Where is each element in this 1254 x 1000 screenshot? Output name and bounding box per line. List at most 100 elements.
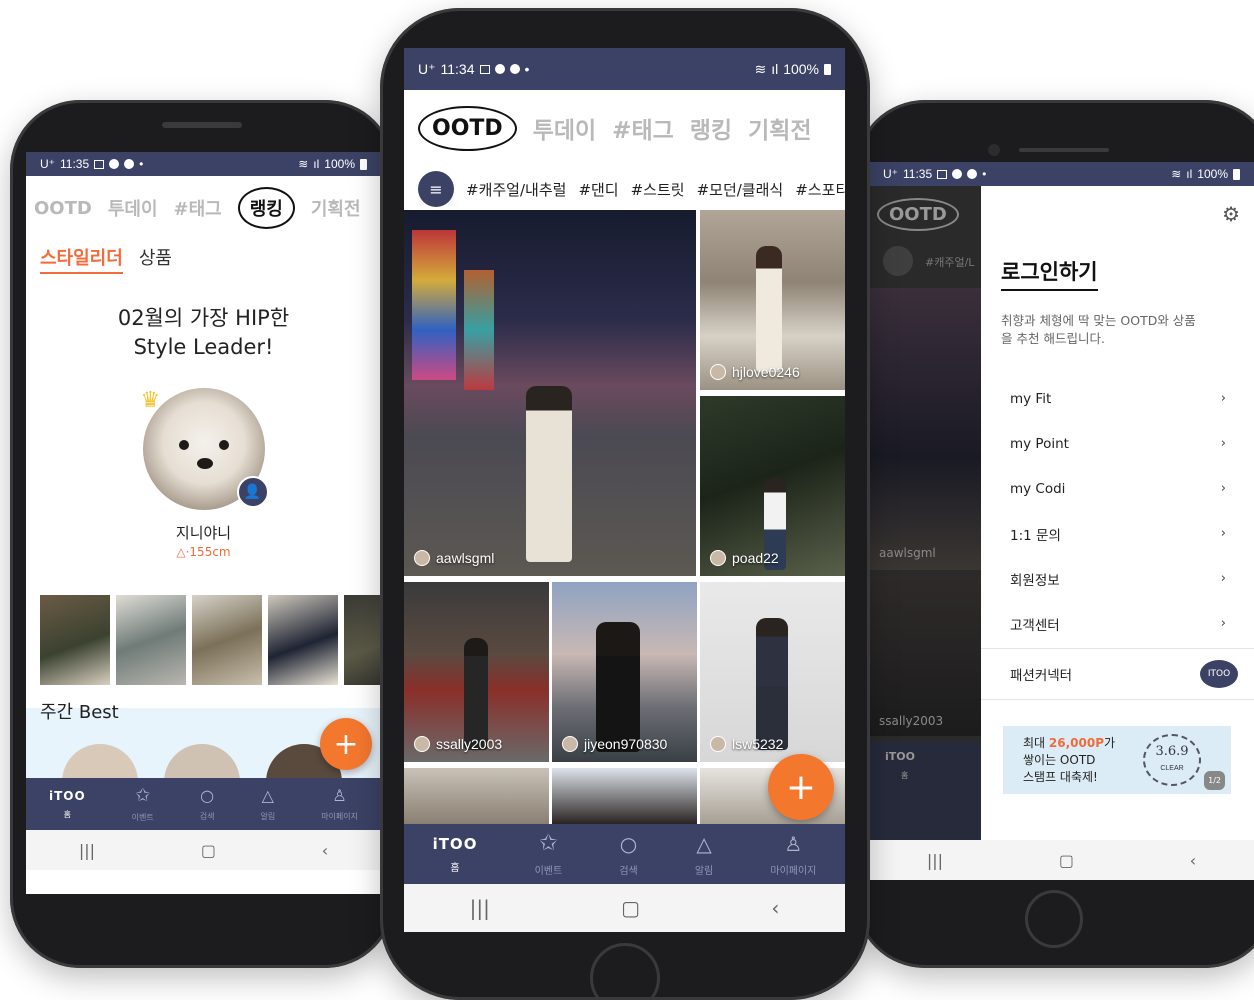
- puzzle-icon: ✩: [539, 831, 558, 856]
- nav-alarm-label: 알림: [260, 812, 276, 821]
- menu-item-inquiry[interactable]: 1:1 문의 ›: [981, 511, 1254, 556]
- menu-item-customer-center[interactable]: 고객센터 ›: [981, 601, 1254, 646]
- model-figure: [596, 622, 640, 752]
- itoo-logo: iTOO: [432, 834, 478, 853]
- post-user[interactable]: ssally2003: [414, 736, 502, 752]
- outfit-thumbnail[interactable]: [192, 595, 262, 685]
- back-icon[interactable]: ‹: [322, 841, 328, 860]
- nav-search[interactable]: ○ 검색: [200, 786, 215, 822]
- menu-item-member-info[interactable]: 회원정보 ›: [981, 556, 1254, 601]
- nav-home[interactable]: iTOO 홈: [49, 789, 86, 820]
- model-figure: [464, 638, 488, 750]
- home-system-icon[interactable]: ▢: [621, 896, 640, 920]
- tab-ranking[interactable]: 랭킹: [237, 187, 295, 229]
- hashtag-chip[interactable]: #스포티: [795, 179, 845, 200]
- clock: 11:35: [60, 157, 90, 171]
- filter-button[interactable]: ≡: [418, 171, 454, 207]
- nav-mypage[interactable]: ♙ 마이페이지: [321, 786, 358, 822]
- fashion-connector-row[interactable]: 패션커넥터 ITOO: [981, 648, 1254, 700]
- post-tile[interactable]: ssally2003: [404, 582, 549, 762]
- user-avatar: [710, 364, 726, 380]
- nav-alarm[interactable]: △ 알림: [695, 832, 713, 877]
- tab-today[interactable]: 투데이: [533, 111, 596, 145]
- stamp-event-banner[interactable]: 최대 26,000P가 쌓이는 OOTD 스탬프 대축제! 3.6.9 CLEA…: [1003, 726, 1231, 794]
- ranking-subtabs: 스타일리더 상품: [26, 240, 381, 274]
- plus-icon: +: [333, 726, 359, 762]
- post-user[interactable]: poad22: [710, 550, 779, 566]
- menu-drawer-screen: U⁺ 11:35 • ≋ ıl 100% OOTD #캐주얼/L aawlsgm…: [869, 162, 1254, 880]
- nav-event[interactable]: ✩ 이벤트: [535, 831, 563, 877]
- home-system-icon[interactable]: ▢: [1059, 851, 1074, 870]
- menu-item-my-codi[interactable]: my Codi ›: [981, 466, 1254, 511]
- tab-today[interactable]: 투데이: [108, 195, 158, 221]
- back-icon[interactable]: ‹: [771, 896, 779, 920]
- tab-ranking[interactable]: 랭킹: [690, 111, 732, 145]
- behind-post-user: aawlsgml: [879, 546, 936, 560]
- tab-exhibition[interactable]: 기획전: [748, 111, 811, 145]
- model-figure: [756, 618, 788, 750]
- recents-icon[interactable]: |||: [79, 841, 95, 860]
- outfit-thumbnail[interactable]: [116, 595, 186, 685]
- home-system-icon[interactable]: ▢: [201, 841, 216, 860]
- top-tabs: OOTD 투데이 #태그 랭킹 기획전: [26, 176, 381, 240]
- post-tile[interactable]: lsw5232: [700, 582, 845, 762]
- behind-hashtag: #캐주얼/L: [925, 256, 975, 269]
- wifi-icon: ≋: [1171, 167, 1182, 181]
- hashtag-filter-bar: ≡ #캐주얼/내추럴 #댄디 #스트릿 #모던/클래식 #스포티: [404, 166, 845, 212]
- banner-suffix: 가: [1104, 735, 1116, 750]
- gear-icon[interactable]: ⚙: [1222, 202, 1240, 226]
- banner-text: 최대 26,000P가 쌓이는 OOTD 스탬프 대축제!: [1023, 735, 1115, 786]
- signal-icon: ıl: [1186, 167, 1193, 181]
- tab-tag[interactable]: #태그: [174, 195, 222, 221]
- nav-search[interactable]: ○ 검색: [619, 832, 637, 877]
- menu-item-my-fit[interactable]: my Fit ›: [981, 376, 1254, 421]
- nav-alarm[interactable]: △ 알림: [260, 786, 275, 822]
- hashtag-chip[interactable]: #캐주얼/내추럴: [466, 179, 566, 200]
- tab-tag[interactable]: #태그: [612, 111, 674, 145]
- post-tile[interactable]: jiyeon970830: [552, 582, 697, 762]
- chevron-right-icon: ›: [1220, 391, 1226, 406]
- post-tile[interactable]: [404, 768, 549, 824]
- post-user[interactable]: aawlsgml: [414, 550, 494, 566]
- post-user[interactable]: hjlove0246: [710, 364, 800, 380]
- add-post-button[interactable]: +: [320, 718, 372, 770]
- menu-item-label: my Point: [1010, 435, 1069, 452]
- subtab-products[interactable]: 상품: [139, 244, 172, 274]
- bell-icon: △: [261, 786, 274, 805]
- outfit-thumbnail[interactable]: [344, 595, 381, 685]
- nav-mypage[interactable]: ♙ 마이페이지: [770, 832, 816, 877]
- post-tile[interactable]: aawlsgml: [404, 210, 696, 576]
- post-tile[interactable]: poad22: [700, 396, 845, 576]
- nav-event[interactable]: ✩ 이벤트: [132, 785, 154, 823]
- battery-icon: [360, 158, 367, 170]
- recents-icon[interactable]: |||: [927, 851, 943, 870]
- post-user[interactable]: jiyeon970830: [562, 736, 667, 752]
- nav-home-label: 홈: [450, 862, 460, 874]
- post-tile[interactable]: hjlove0246: [700, 210, 845, 390]
- follow-button[interactable]: 👤: [236, 476, 269, 508]
- nav-home[interactable]: iTOO 홈: [433, 835, 478, 874]
- outfit-thumbnail[interactable]: [268, 595, 338, 685]
- app-showcase: U⁺ 11:35 • ≋ ıl 100% OOTD 투데이 #태그 랭킹 기획전…: [0, 0, 1254, 1000]
- subtab-style-leader[interactable]: 스타일리더: [40, 244, 123, 274]
- leader-name: 지니야니: [175, 524, 232, 542]
- outfit-thumbnail[interactable]: [40, 595, 110, 685]
- menu-item-my-point[interactable]: my Point ›: [981, 421, 1254, 466]
- add-post-button[interactable]: +: [768, 754, 834, 820]
- hashtag-chip[interactable]: #모던/클래식: [697, 179, 784, 200]
- chevron-right-icon: ›: [1220, 571, 1226, 586]
- tab-ootd[interactable]: OOTD: [34, 198, 92, 219]
- banner-amount: 26,000P: [1048, 735, 1105, 750]
- post-tile[interactable]: [552, 768, 697, 824]
- post-user[interactable]: lsw5232: [710, 736, 783, 752]
- hashtag-chip[interactable]: #댄디: [578, 179, 618, 200]
- battery-level: 100%: [1197, 167, 1228, 181]
- dimmed-background[interactable]: OOTD #캐주얼/L aawlsgml ssally2003 iTOO 홈: [869, 186, 981, 840]
- tab-ootd[interactable]: OOTD: [418, 105, 517, 151]
- back-icon[interactable]: ‹: [1190, 851, 1196, 870]
- hashtag-chip[interactable]: #스트릿: [631, 179, 685, 200]
- recents-icon[interactable]: |||: [470, 896, 490, 920]
- tab-exhibition[interactable]: 기획전: [311, 195, 361, 221]
- login-button[interactable]: 로그인하기: [1001, 256, 1098, 291]
- filter-icon: [883, 246, 913, 276]
